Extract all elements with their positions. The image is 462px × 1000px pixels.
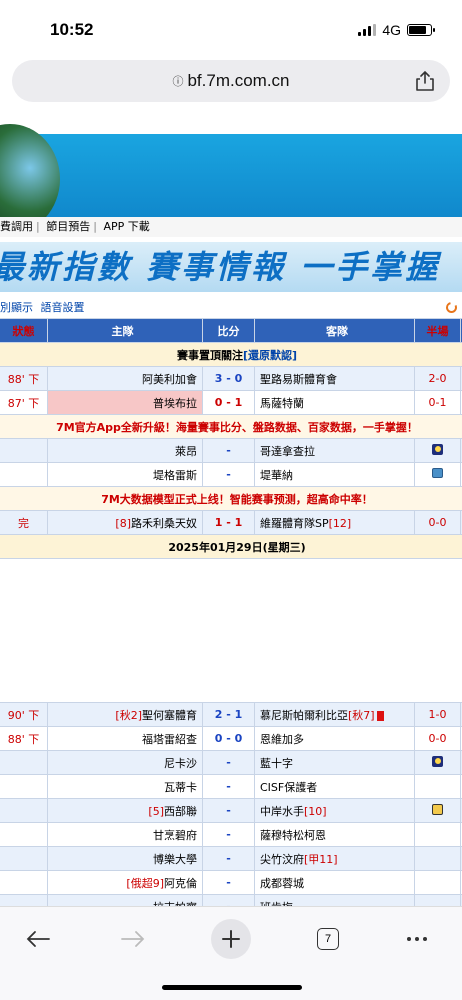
battery-icon: [407, 24, 435, 36]
share-icon[interactable]: [414, 69, 436, 93]
table-row[interactable]: 堤格雷斯 - 堤華納: [0, 462, 462, 487]
more-dots-icon: [407, 937, 427, 941]
status-time: 10:52: [50, 20, 94, 39]
col-away: 客隊: [254, 318, 415, 343]
moon-icon[interactable]: [432, 755, 443, 767]
restore-default-link[interactable]: [還原默認]: [243, 349, 297, 362]
radio-icon[interactable]: [432, 803, 443, 815]
signal-icon: [358, 24, 377, 36]
sound-settings-link[interactable]: 語音設置: [41, 301, 85, 314]
site-info-icon[interactable]: ⓘ: [172, 73, 183, 89]
tab-count: 7: [317, 928, 339, 950]
header-banner: [0, 124, 462, 234]
table-row[interactable]: 88' 下福塔雷紹查 0 - 0 恩維加多 0-0: [0, 726, 462, 751]
match-table: 狀態 主隊 比分 客隊 半場 賽事置頂關注[還原默認] 88' 下 阿美利加會 …: [0, 318, 462, 559]
col-score: 比分: [202, 318, 255, 343]
table-row[interactable]: 甘烹碧府 - 薩穆特松柯恩: [0, 822, 462, 847]
menu-item[interactable]: 費調用: [0, 217, 33, 237]
browser-toolbar: 7: [0, 906, 462, 1000]
options-bar: 別顯示 語音設置: [0, 298, 462, 318]
table-row[interactable]: 88' 下 阿美利加會 3 - 0 聖路易斯體育會 2-0: [0, 366, 462, 391]
url-text[interactable]: bf.7m.com.cn: [187, 71, 289, 91]
promo-slogan[interactable]: 最新指數 賽事情報 一手掌握: [0, 242, 462, 292]
table-row[interactable]: 尼卡沙 - 藍十字: [0, 750, 462, 775]
table-row[interactable]: 90' 下 [秋2]聖何塞體育 2 - 1 慕尼斯帕爾利比亞[秋7] 1-0: [0, 702, 462, 727]
address-bar[interactable]: ⓘ bf.7m.com.cn: [12, 60, 450, 102]
match-table-dated: 90' 下 [秋2]聖何塞體育 2 - 1 慕尼斯帕爾利比亞[秋7] 1-0 88' 下福…: [0, 702, 462, 906]
red-card-icon: [376, 710, 384, 721]
col-status: 狀態: [0, 318, 48, 343]
back-button[interactable]: [18, 919, 58, 959]
tabs-button[interactable]: 7: [308, 919, 348, 959]
table-row[interactable]: 博樂大學 - 尖竹汶府[甲11]: [0, 846, 462, 871]
promo-notice[interactable]: 7M官方App全新升級！海量賽事比分、盤路数据、百家数据，一手掌握！: [0, 414, 462, 439]
back-arrow-icon: [26, 931, 50, 947]
more-menu-button[interactable]: [397, 919, 437, 959]
table-row[interactable]: 萊昂 - 哥達拿查拉: [0, 438, 462, 463]
col-home: 主隊: [47, 318, 203, 343]
network-label: 4G: [382, 22, 401, 38]
table-row[interactable]: 瓦蒂卡 - CISF保護者: [0, 774, 462, 799]
table-row[interactable]: 完 [8]路禾利桑天奴 1 - 1 維羅體育隊SP[12] 0-0: [0, 510, 462, 535]
status-indicators: 4G: [358, 22, 435, 38]
promo-notice[interactable]: 7M大数据模型正式上线！智能赛事预测，超高命中率！: [0, 486, 462, 511]
menu-item[interactable]: APP 下載: [103, 217, 149, 237]
home-indicator: [162, 985, 302, 990]
table-row[interactable]: 87' 下 普埃布拉 0 - 1 馬薩特蘭 0-1: [0, 390, 462, 415]
pinned-section-header: 賽事置頂關注[還原默認]: [0, 342, 462, 367]
date-header: 2025年01月29日(星期三): [0, 534, 462, 559]
display-option-link[interactable]: 別顯示: [0, 301, 33, 314]
plus-icon: [222, 930, 240, 948]
table-row[interactable]: [俄超9]阿克倫 - 成都蓉城: [0, 870, 462, 895]
top-menu: 費調用 | 節目預告 | APP 下載: [0, 217, 462, 237]
tv-icon[interactable]: [432, 468, 443, 478]
new-tab-button[interactable]: [211, 919, 251, 959]
table-row[interactable]: 拉吉帕察-班肯梅: [0, 894, 462, 906]
web-page: 費調用 | 節目預告 | APP 下載 最新指數 賽事情報 一手掌握 別顯示 語音設…: [0, 114, 462, 906]
refresh-icon[interactable]: [445, 301, 458, 314]
col-half: 半場: [414, 318, 461, 343]
forward-button[interactable]: [113, 919, 153, 959]
forward-arrow-icon: [121, 931, 145, 947]
status-bar: 10:52 4G: [0, 0, 462, 58]
menu-item[interactable]: 節目預告: [46, 217, 90, 237]
table-row[interactable]: [5]西部聯 - 中岸水手[10]: [0, 798, 462, 823]
moon-icon[interactable]: [432, 443, 443, 455]
